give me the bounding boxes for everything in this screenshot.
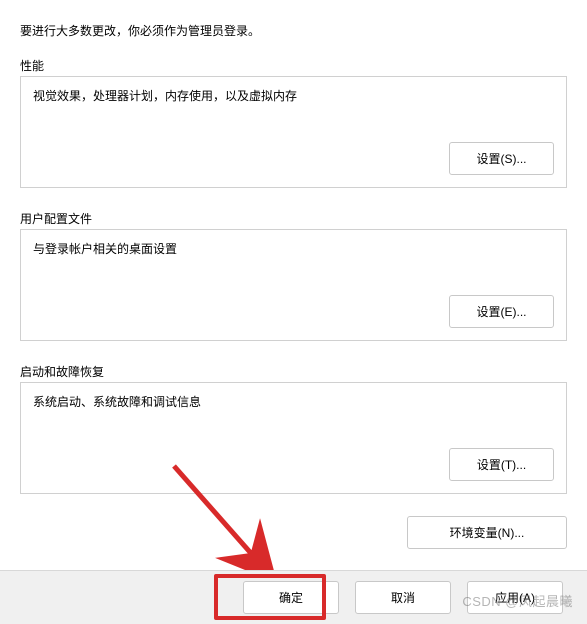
group-userprofile-box: 与登录帐户相关的桌面设置 设置(E)...: [20, 229, 567, 341]
group-startup: 启动和故障恢复 系统启动、系统故障和调试信息 设置(T)...: [20, 363, 567, 494]
group-startup-btn-row: 设置(T)...: [33, 448, 554, 481]
group-userprofile: 用户配置文件 与登录帐户相关的桌面设置 设置(E)...: [20, 210, 567, 341]
settings-userprofile-button[interactable]: 设置(E)...: [449, 295, 554, 328]
dialog-content: 要进行大多数更改，你必须作为管理员登录。 性能 视觉效果，处理器计划，内存使用，…: [0, 0, 587, 494]
group-performance-label: 性能: [20, 57, 567, 74]
settings-performance-button[interactable]: 设置(S)...: [449, 142, 554, 175]
group-startup-box: 系统启动、系统故障和调试信息 设置(T)...: [20, 382, 567, 494]
group-startup-label: 启动和故障恢复: [20, 363, 567, 380]
group-userprofile-btn-row: 设置(E)...: [33, 295, 554, 328]
env-row: 环境变量(N)...: [0, 516, 587, 549]
group-performance-btn-row: 设置(S)...: [33, 142, 554, 175]
group-performance-desc: 视觉效果，处理器计划，内存使用，以及虚拟内存: [33, 87, 554, 104]
group-userprofile-desc: 与登录帐户相关的桌面设置: [33, 240, 554, 257]
settings-startup-button[interactable]: 设置(T)...: [449, 448, 554, 481]
apply-button[interactable]: 应用(A): [467, 581, 563, 614]
dialog-bottom-bar: 确定 取消 应用(A): [0, 570, 587, 624]
group-userprofile-label: 用户配置文件: [20, 210, 567, 227]
group-performance-box: 视觉效果，处理器计划，内存使用，以及虚拟内存 设置(S)...: [20, 76, 567, 188]
ok-button[interactable]: 确定: [243, 581, 339, 614]
intro-text: 要进行大多数更改，你必须作为管理员登录。: [20, 22, 567, 39]
group-startup-desc: 系统启动、系统故障和调试信息: [33, 393, 554, 410]
cancel-button[interactable]: 取消: [355, 581, 451, 614]
group-performance: 性能 视觉效果，处理器计划，内存使用，以及虚拟内存 设置(S)...: [20, 57, 567, 188]
environment-variables-button[interactable]: 环境变量(N)...: [407, 516, 567, 549]
